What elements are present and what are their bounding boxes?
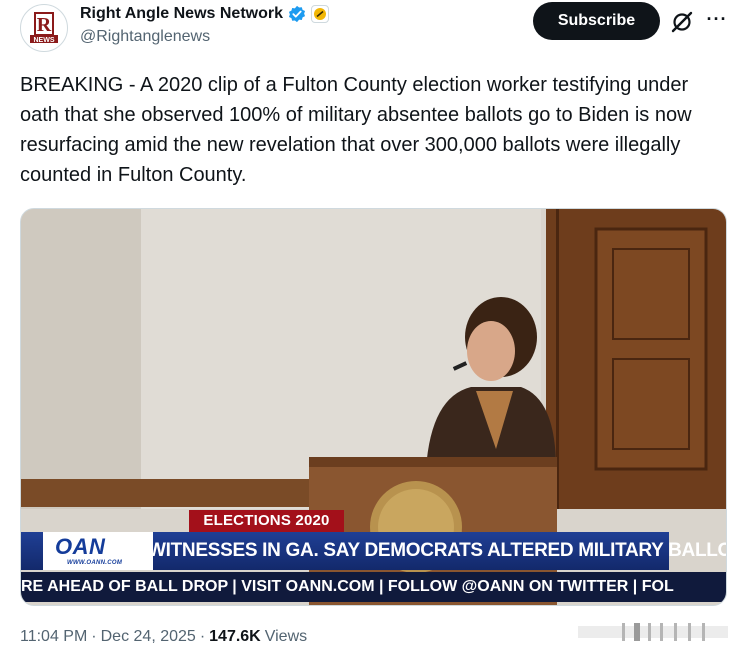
tweet-time[interactable]: 11:04 PM <box>20 628 87 646</box>
affiliate-badge-icon[interactable] <box>310 5 329 23</box>
news-banner-label: ELECTIONS 2020 <box>189 510 344 532</box>
more-icon[interactable]: ··· <box>704 8 730 34</box>
watermark-icon <box>578 623 728 641</box>
views-label: Views <box>264 628 308 645</box>
news-headline: WITNESSES IN GA. SAY DEMOCRATS ALTERED M… <box>148 540 727 561</box>
tweet-media-video[interactable]: ELECTIONS 2020 OAN WWW.OANN.COM WITNESSE… <box>20 208 727 606</box>
tweet-text: BREAKING - A 2020 clip of a Fulton Count… <box>20 74 692 186</box>
svg-text:NEWS: NEWS <box>34 37 55 44</box>
affiliate-logo-icon <box>313 8 326 20</box>
author-handle[interactable]: @Rightanglenews <box>80 28 210 46</box>
meta-separator: · <box>91 628 97 645</box>
meta-separator: · <box>199 628 206 645</box>
oan-url: WWW.OANN.COM <box>67 560 123 566</box>
rightangle-news-logo-icon: R NEWS <box>22 6 66 50</box>
oan-logo: OAN <box>55 534 106 559</box>
views-count: 147.6K <box>209 628 261 645</box>
tweet-meta: 11:04 PM · Dec 24, 2025 · 147.6K Views <box>20 628 307 646</box>
svg-text:R: R <box>37 14 52 36</box>
subscribe-button[interactable]: Subscribe <box>533 2 660 40</box>
tweet-date[interactable]: Dec 24, 2025 <box>101 628 196 646</box>
author-name-row: Right Angle News Network <box>80 4 329 24</box>
grok-icon[interactable] <box>670 10 694 34</box>
avatar[interactable]: R NEWS <box>20 4 68 52</box>
author-display-name[interactable]: Right Angle News Network <box>80 5 283 23</box>
verified-badge-icon[interactable] <box>288 5 306 23</box>
news-ticker: RE AHEAD OF BALL DROP | VISIT OANN.COM |… <box>21 572 726 602</box>
